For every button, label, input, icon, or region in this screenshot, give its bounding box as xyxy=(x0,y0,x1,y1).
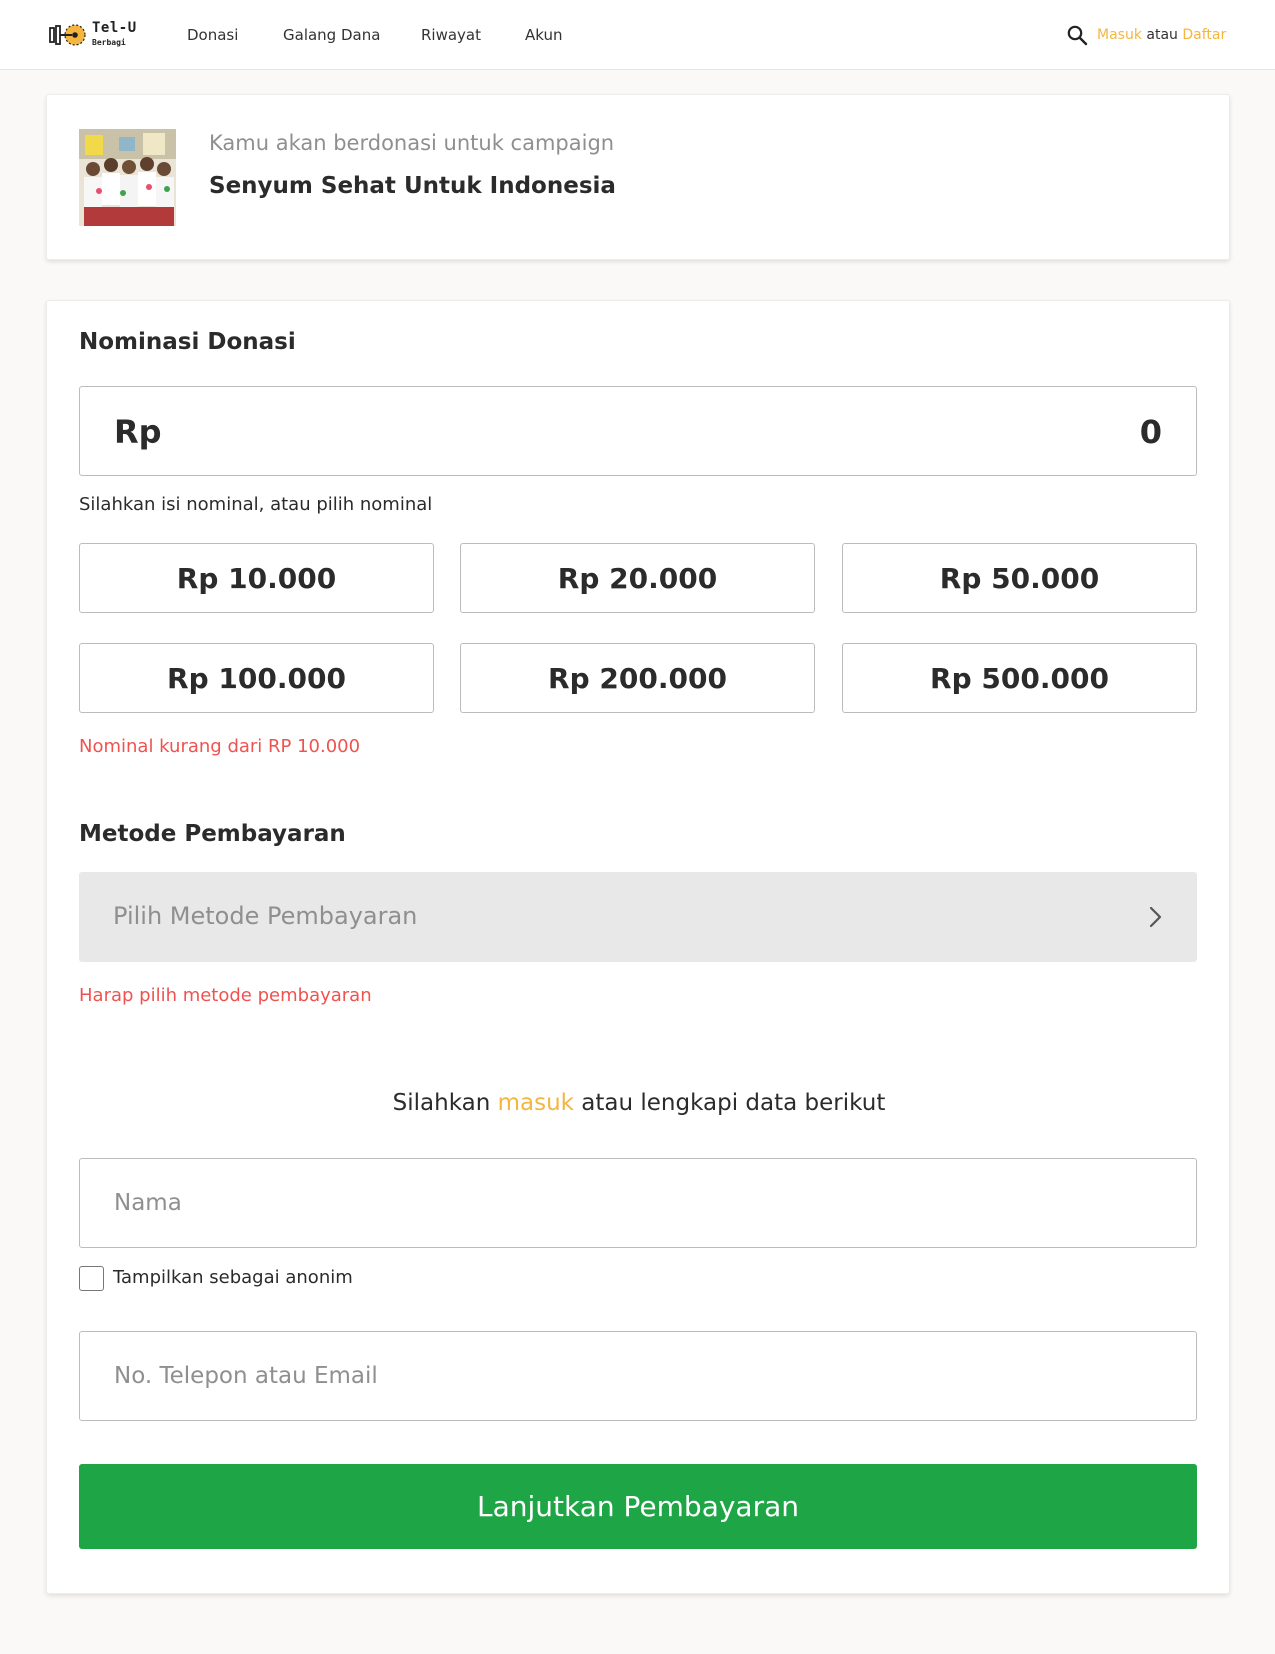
preset-button-10000[interactable]: Rp 10.000 xyxy=(79,543,434,613)
preset-button-20000[interactable]: Rp 20.000 xyxy=(460,543,815,613)
preset-button-200000[interactable]: Rp 200.000 xyxy=(460,643,815,713)
chevron-right-icon xyxy=(1149,906,1162,928)
preset-button-500000[interactable]: Rp 500.000 xyxy=(842,643,1197,713)
prompt-suffix: atau lengkapi data berikut xyxy=(581,1090,886,1116)
campaign-image xyxy=(79,129,176,226)
preset-button-100000[interactable]: Rp 100.000 xyxy=(79,643,434,713)
logo-title: Tel-U xyxy=(92,20,137,36)
amount-currency: Rp xyxy=(114,413,162,451)
amount-input[interactable]: Rp 0 xyxy=(79,386,1197,476)
auth-links: Masuk atau Daftar xyxy=(1097,27,1226,43)
register-link[interactable]: Daftar xyxy=(1182,27,1226,43)
payment-method-placeholder: Pilih Metode Pembayaran xyxy=(113,902,418,930)
login-link[interactable]: Masuk xyxy=(1097,27,1142,43)
campaign-card: Kamu akan berdonasi untuk campaign Senyu… xyxy=(46,94,1230,260)
preset-button-50000[interactable]: Rp 50.000 xyxy=(842,543,1197,613)
nav-galang-dana[interactable]: Galang Dana xyxy=(283,26,380,44)
amount-error: Nominal kurang dari RP 10.000 xyxy=(79,736,361,757)
name-input[interactable] xyxy=(79,1158,1197,1248)
campaign-intro: Kamu akan berdonasi untuk campaign xyxy=(209,131,615,155)
top-navbar: Tel-U Berbagi Donasi Galang Dana Riwayat… xyxy=(0,0,1275,70)
logo[interactable]: Tel-U Berbagi xyxy=(48,18,140,52)
amount-helper-text: Silahkan isi nominal, atau pilih nominal xyxy=(79,494,433,515)
donation-form-card: Nominasi Donasi Rp 0 Silahkan isi nomina… xyxy=(46,300,1230,1594)
campaign-photo xyxy=(79,129,176,226)
prompt-prefix: Silahkan xyxy=(392,1090,491,1116)
logo-subtitle: Berbagi xyxy=(92,38,126,47)
nav-donasi[interactable]: Donasi xyxy=(187,26,238,44)
logo-icon xyxy=(49,24,86,46)
payment-method-select[interactable]: Pilih Metode Pembayaran xyxy=(79,872,1197,962)
search-icon[interactable] xyxy=(1066,24,1088,46)
nav-riwayat[interactable]: Riwayat xyxy=(421,26,481,44)
donation-section-title: Nominasi Donasi xyxy=(79,329,296,355)
payment-error: Harap pilih metode pembayaran xyxy=(79,985,372,1006)
amount-value: 0 xyxy=(1139,413,1162,451)
payment-section-title: Metode Pembayaran xyxy=(79,821,346,847)
continue-payment-button[interactable]: Lanjutkan Pembayaran xyxy=(79,1464,1197,1549)
nav-akun[interactable]: Akun xyxy=(525,26,563,44)
campaign-title: Senyum Sehat Untuk Indonesia xyxy=(209,173,616,199)
guest-login-prompt: Silahkan masuk atau lengkapi data beriku… xyxy=(47,1090,1231,1116)
anonymous-label[interactable]: Tampilkan sebagai anonim xyxy=(113,1267,353,1288)
auth-separator: atau xyxy=(1146,27,1178,43)
contact-input[interactable] xyxy=(79,1331,1197,1421)
prompt-login-link[interactable]: masuk xyxy=(498,1090,574,1116)
anonymous-checkbox[interactable] xyxy=(79,1266,104,1291)
